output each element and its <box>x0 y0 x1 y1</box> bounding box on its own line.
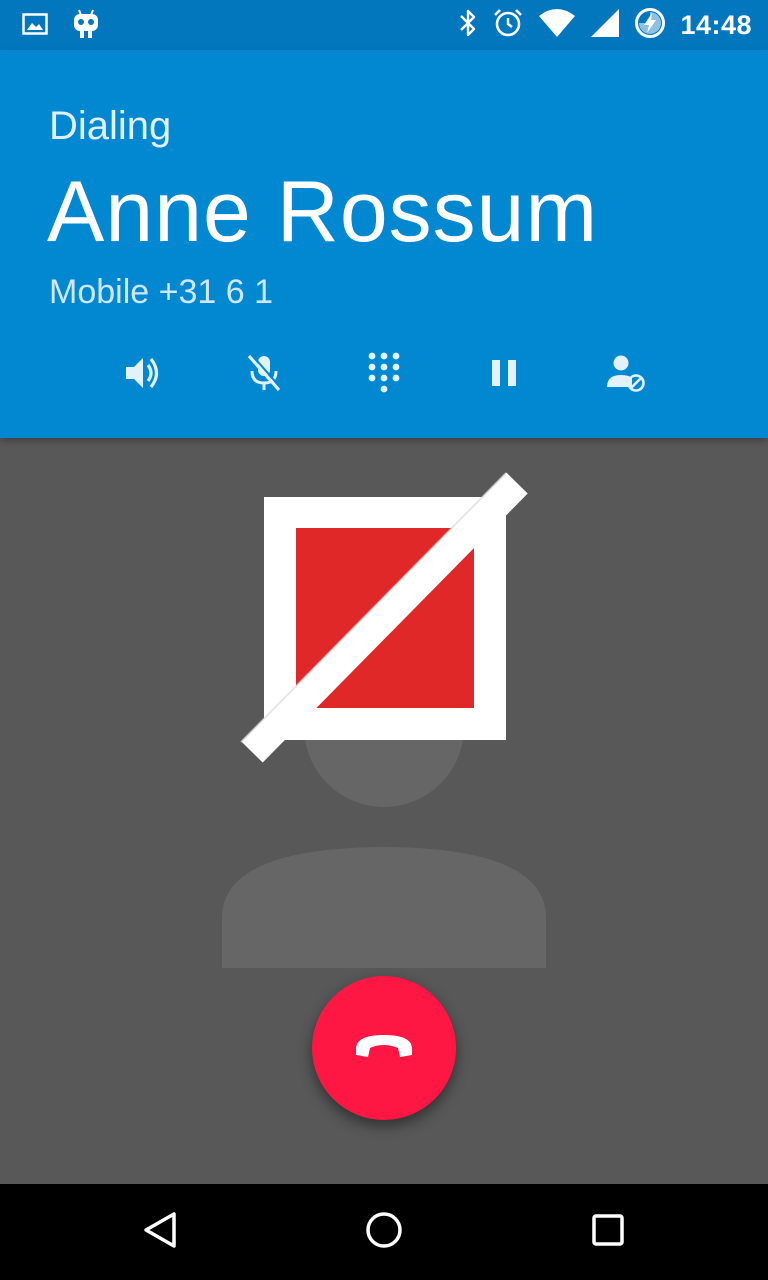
broken-image-icon <box>240 472 528 763</box>
recents-button[interactable] <box>584 1208 632 1256</box>
end-call-button[interactable] <box>312 976 456 1120</box>
speaker-icon <box>123 353 163 398</box>
alarm-icon <box>492 7 524 44</box>
battery-charging-icon <box>634 7 666 44</box>
home-icon <box>364 1210 404 1255</box>
clock: 14:48 <box>680 10 752 40</box>
caller-number: Mobile +31 6 1 <box>49 273 273 311</box>
recents-icon <box>588 1210 628 1255</box>
bluetooth-icon <box>458 7 478 44</box>
wifi-icon <box>538 8 576 43</box>
dialpad-button[interactable] <box>354 348 414 402</box>
mute-button[interactable] <box>234 348 294 402</box>
back-icon <box>140 1210 180 1255</box>
navigation-bar <box>0 1184 768 1280</box>
mute-mic-icon <box>244 352 284 399</box>
call-body <box>0 438 768 1184</box>
status-bar: 14:48 <box>0 0 768 50</box>
home-button[interactable] <box>360 1208 408 1256</box>
call-state-label: Dialing <box>49 104 172 148</box>
caller-name: Anne Rossum <box>47 164 599 260</box>
image-icon <box>22 12 48 41</box>
call-button-row <box>0 348 768 402</box>
dialpad-icon <box>366 351 402 400</box>
end-call-icon <box>352 1031 416 1066</box>
hold-button[interactable] <box>474 348 534 402</box>
android-robot-icon <box>72 8 100 45</box>
cell-signal-icon <box>590 8 620 43</box>
back-button[interactable] <box>136 1208 184 1256</box>
block-contact-icon <box>605 353 647 398</box>
speaker-button[interactable] <box>113 348 173 402</box>
call-header: Dialing Anne Rossum Mobile +31 6 1 <box>0 50 768 438</box>
pause-icon <box>489 358 519 393</box>
block-contact-button[interactable] <box>596 348 656 402</box>
